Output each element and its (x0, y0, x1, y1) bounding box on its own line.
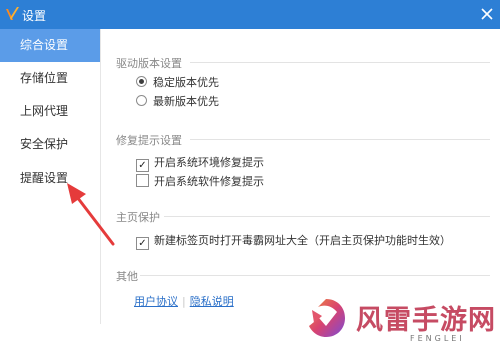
section-title-repair: 修复提示设置 (116, 134, 182, 147)
footer-links: 用户协议 | 隐私说明 (134, 293, 234, 309)
settings-window: 设置 综合设置 存储位置 上网代理 安全保护 提醒设置 驱动版本设置 稳定版本优… (0, 0, 500, 349)
radio-stable-version[interactable]: 稳定版本优先 (136, 75, 219, 91)
title-bar: 设置 (0, 0, 500, 29)
sidebar-item-proxy[interactable]: 上网代理 (0, 95, 100, 128)
section-title-other: 其他 (116, 270, 138, 283)
radio-button-checked[interactable] (136, 76, 147, 87)
user-agreement-link[interactable]: 用户协议 (134, 295, 178, 308)
watermark-subtitle: FENGLEI (410, 334, 465, 343)
link-separator: | (182, 295, 186, 308)
privacy-link[interactable]: 隐私说明 (190, 295, 234, 308)
section-divider (190, 139, 490, 140)
red-arrow-annotation (67, 183, 115, 246)
window-title: 设置 (22, 9, 47, 23)
checkbox-env-repair[interactable]: ✓ 开启系统环境修复提示 (136, 155, 264, 172)
section-title-homepage: 主页保护 (116, 211, 160, 224)
radio-button[interactable] (136, 95, 147, 106)
checkbox-checked[interactable]: ✓ (136, 237, 149, 250)
v-logo-icon (5, 5, 21, 23)
checkbox[interactable] (136, 174, 149, 187)
checkbox-new-tab-homepage[interactable]: ✓ 新建标签页时打开毒霸网址大全（开启主页保护功能时生效） (136, 233, 451, 250)
section-divider (190, 62, 490, 63)
section-divider (164, 216, 490, 217)
watermark: 风雷手游网 FENGLEI (302, 292, 500, 349)
fenglei-logo-icon (309, 299, 345, 337)
radio-latest-version[interactable]: 最新版本优先 (136, 94, 219, 110)
sidebar-item-storage[interactable]: 存储位置 (0, 62, 100, 95)
section-divider (140, 275, 490, 276)
close-icon[interactable] (476, 3, 498, 25)
section-title-driver: 驱动版本设置 (116, 57, 182, 70)
watermark-title: 风雷手游网 (356, 305, 496, 336)
checkbox-software-repair[interactable]: 开启系统软件修复提示 (136, 174, 264, 190)
settings-sidebar: 综合设置 存储位置 上网代理 安全保护 提醒设置 (0, 29, 101, 324)
sidebar-item-security[interactable]: 安全保护 (0, 128, 100, 161)
checkbox-checked[interactable]: ✓ (136, 159, 149, 172)
sidebar-item-general[interactable]: 综合设置 (0, 29, 100, 62)
